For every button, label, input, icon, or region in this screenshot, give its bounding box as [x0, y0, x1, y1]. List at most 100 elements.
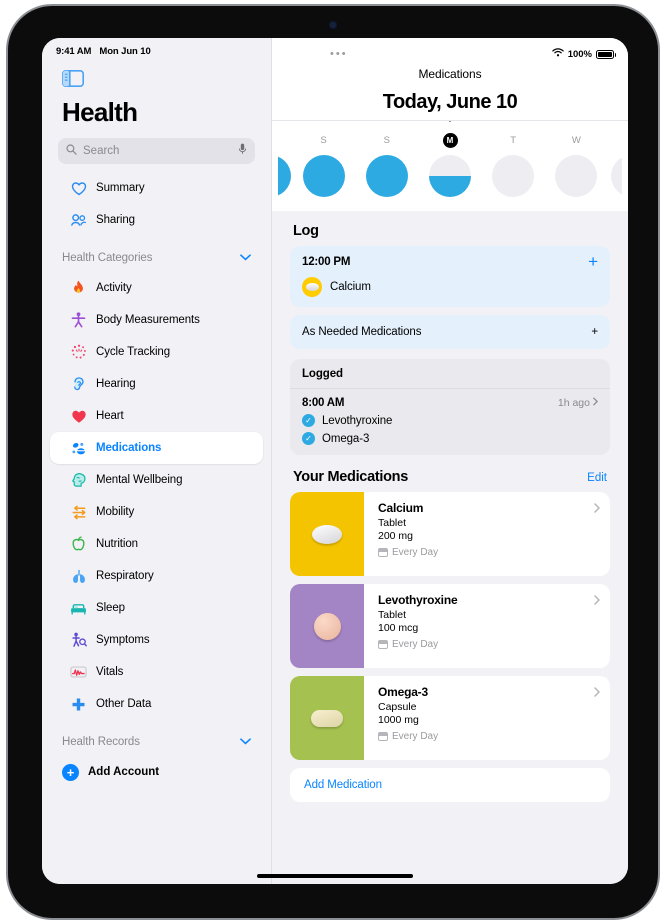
medication-thumbnail: [290, 492, 364, 576]
table-row[interactable]: Levothyroxine Tablet 100 mcg Every Day: [290, 584, 610, 668]
main-content: ••• 100% Medications Today, June 10 S S …: [272, 38, 628, 884]
medications-list: Calcium Tablet 200 mg Every Day Levothyr…: [290, 492, 610, 802]
plus-icon[interactable]: +: [591, 325, 598, 339]
chevron-right-icon: [594, 594, 601, 608]
chevron-right-icon: [593, 397, 599, 409]
chevron-down-icon[interactable]: [240, 737, 251, 748]
sidebar-item-label: Cycle Tracking: [96, 346, 171, 358]
sidebar-item-nutrition[interactable]: Nutrition: [50, 528, 263, 560]
table-row[interactable]: Calcium Tablet 200 mg Every Day: [290, 492, 610, 576]
health-records-header[interactable]: Health Records: [42, 732, 271, 752]
day-column-edge-left[interactable]: [278, 133, 292, 197]
sidebar-item-mobility[interactable]: Mobility: [50, 496, 263, 528]
day-progress-dot: [429, 155, 471, 197]
medication-frequency-label: Every Day: [392, 547, 439, 558]
as-needed-label: As Needed Medications: [302, 326, 422, 338]
search-input[interactable]: Search: [58, 138, 255, 164]
sidebar-item-label: Other Data: [96, 698, 152, 710]
sidebar-item-label: Sharing: [96, 214, 135, 226]
sidebar-item-summary[interactable]: Summary: [50, 172, 263, 204]
logged-body[interactable]: 8:00 AM 1h ago ✓ Levothyroxine ✓ Omega-3: [290, 389, 610, 455]
bed-icon: [70, 600, 87, 617]
sidebar-item-hearing[interactable]: Hearing: [50, 368, 263, 400]
day-column-edge-right[interactable]: [608, 133, 623, 197]
day-letter: W: [571, 135, 581, 146]
sidebar-item-label: Medications: [96, 442, 162, 454]
multitasking-dots-icon[interactable]: •••: [330, 49, 348, 60]
plus-circle-icon: +: [62, 763, 79, 781]
sidebar-item-respiratory[interactable]: Respiratory: [50, 560, 263, 592]
day-column-tuesday[interactable]: T: [482, 133, 545, 197]
microphone-icon[interactable]: [238, 142, 247, 160]
medication-thumbnail: [290, 676, 364, 760]
plus-icon[interactable]: +: [588, 253, 598, 270]
scheduled-medication-row[interactable]: Calcium: [302, 277, 598, 297]
pill-thumbnail-icon: [302, 277, 322, 297]
medication-info: Calcium Tablet 200 mg Every Day: [364, 492, 610, 576]
medication-form: Tablet: [378, 517, 407, 529]
scheduled-log-card[interactable]: 12:00 PM + Calcium: [290, 246, 610, 307]
day-letter: S: [383, 135, 390, 146]
sidebar-item-symptoms[interactable]: Symptoms: [50, 624, 263, 656]
health-categories-header[interactable]: Health Categories: [42, 248, 271, 268]
logged-item: ✓ Omega-3: [302, 432, 598, 445]
week-strip[interactable]: S S M T W: [272, 120, 628, 211]
apple-icon: [70, 536, 87, 553]
your-medications-header: Your Medications Edit: [293, 469, 610, 485]
sidebar-item-heart[interactable]: Heart: [50, 400, 263, 432]
sidebar-item-label: Symptoms: [96, 634, 150, 646]
logged-title: Logged: [290, 359, 610, 389]
sidebar-item-sleep[interactable]: Sleep: [50, 592, 263, 624]
logged-ago[interactable]: 1h ago: [558, 397, 599, 409]
add-medication-button[interactable]: Add Medication: [290, 768, 610, 802]
sidebar-item-vitals[interactable]: Vitals: [50, 656, 263, 688]
tablet-oval-icon: [312, 524, 342, 544]
main-header: ••• 100% Medications Today, June 10: [272, 38, 628, 120]
mobility-arrows-icon: [70, 504, 87, 521]
day-letter: T: [510, 135, 517, 146]
edit-button[interactable]: Edit: [587, 472, 607, 484]
brain-icon: [70, 472, 87, 489]
medication-dose: 1000 mg: [378, 714, 419, 726]
logged-entry-header[interactable]: 8:00 AM 1h ago: [302, 397, 599, 409]
sidebar-item-cycle-tracking[interactable]: Cycle Tracking: [50, 336, 263, 368]
day-column-sunday[interactable]: S: [355, 133, 418, 197]
medication-frequency-label: Every Day: [392, 731, 439, 742]
waveform-icon: [70, 664, 87, 681]
sidebar-toggle-icon[interactable]: [62, 70, 84, 87]
sidebar-item-activity[interactable]: Activity: [50, 272, 263, 304]
sidebar-item-mental-wellbeing[interactable]: Mental Wellbeing: [50, 464, 263, 496]
sidebar-item-sharing[interactable]: Sharing: [50, 204, 263, 236]
as-needed-medications-row[interactable]: As Needed Medications +: [290, 315, 610, 349]
search-placeholder: Search: [83, 145, 120, 157]
day-progress-dot: [302, 155, 345, 197]
medication-info: Levothyroxine Tablet 100 mcg Every Day: [364, 584, 610, 668]
sidebar-item-label: Body Measurements: [96, 314, 200, 326]
ipad-device-frame: 9:41 AM Mon Jun 10 Health Search Summary…: [6, 4, 660, 920]
date-heading[interactable]: Today, June 10: [272, 83, 628, 120]
chevron-down-icon[interactable]: [240, 253, 251, 264]
add-account-button[interactable]: + Add Account: [42, 756, 271, 788]
home-indicator[interactable]: [257, 874, 413, 878]
heart-filled-icon: [70, 408, 87, 425]
sidebar-item-other-data[interactable]: Other Data: [50, 688, 263, 720]
people-icon: [70, 212, 87, 229]
sidebar-item-medications[interactable]: Medications: [50, 432, 263, 464]
sidebar-item-label: Mobility: [96, 506, 135, 518]
medication-form: Tablet: [378, 609, 407, 621]
health-records-label: Health Records: [62, 736, 140, 748]
day-progress-dot: [278, 155, 291, 197]
sidebar-item-label: Nutrition: [96, 538, 138, 550]
day-letter: S: [320, 135, 327, 146]
day-column-monday-today[interactable]: M: [418, 133, 481, 197]
logged-item-name: Omega-3: [322, 432, 370, 445]
day-column-saturday[interactable]: S: [292, 133, 355, 197]
sidebar-item-body-measurements[interactable]: Body Measurements: [50, 304, 263, 336]
cycle-icon: [70, 344, 87, 361]
sidebar-item-label: Respiratory: [96, 570, 154, 582]
table-row[interactable]: Omega-3 Capsule 1000 mg Every Day: [290, 676, 610, 760]
log-section-title: Log: [293, 223, 319, 239]
medication-name: Calcium: [378, 501, 424, 515]
day-column-wednesday[interactable]: W: [545, 133, 608, 197]
status-bar-right: ••• 100%: [272, 43, 628, 63]
